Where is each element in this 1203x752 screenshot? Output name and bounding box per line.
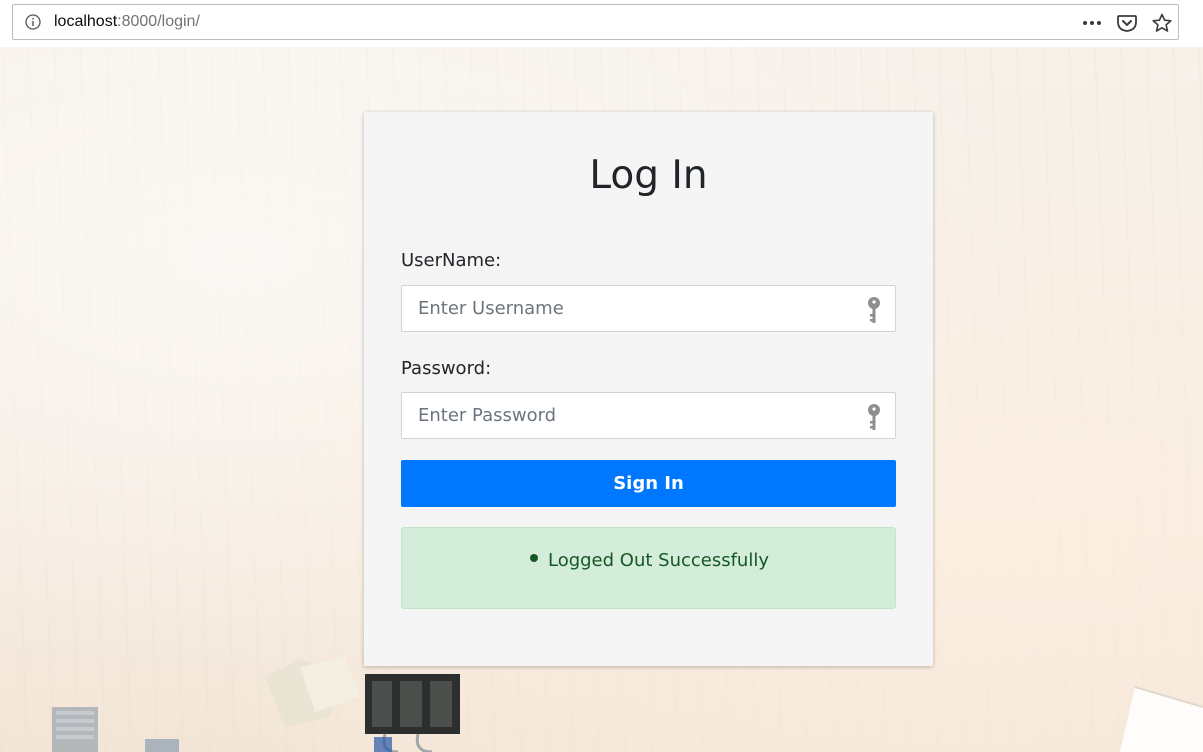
username-field-wrapper	[401, 285, 896, 332]
url-text[interactable]: localhost:8000/login/	[54, 13, 200, 31]
username-input[interactable]	[402, 286, 852, 331]
info-icon[interactable]	[25, 14, 41, 30]
address-bar[interactable]: localhost:8000/login/	[12, 4, 1179, 40]
password-label: Password:	[401, 358, 492, 379]
key-icon	[868, 404, 880, 430]
more-icon[interactable]	[1081, 13, 1103, 33]
password-field-wrapper	[401, 392, 896, 439]
key-icon	[868, 297, 880, 323]
pocket-icon[interactable]	[1116, 13, 1138, 33]
sign-in-button[interactable]: Sign In	[401, 460, 896, 507]
password-input[interactable]	[402, 393, 852, 438]
browser-toolbar: localhost:8000/login/	[0, 0, 1203, 47]
username-label: UserName:	[401, 250, 502, 271]
binder-clips-decoration	[265, 657, 460, 752]
staples-decoration	[52, 707, 179, 752]
page-title: Log In	[589, 153, 708, 198]
paper-corner-decoration	[1120, 686, 1203, 752]
login-card: Log In UserName: Password: Sign In Logge…	[364, 112, 933, 666]
url-path: :8000/login/	[117, 13, 200, 30]
url-host: localhost	[54, 13, 118, 30]
star-icon[interactable]	[1151, 13, 1173, 33]
success-alert: Logged Out Successfully	[401, 527, 896, 609]
alert-message-text: Logged Out Successfully	[547, 550, 769, 571]
bullet-icon	[529, 554, 538, 562]
alert-message-item: Logged Out Successfully	[402, 548, 897, 574]
